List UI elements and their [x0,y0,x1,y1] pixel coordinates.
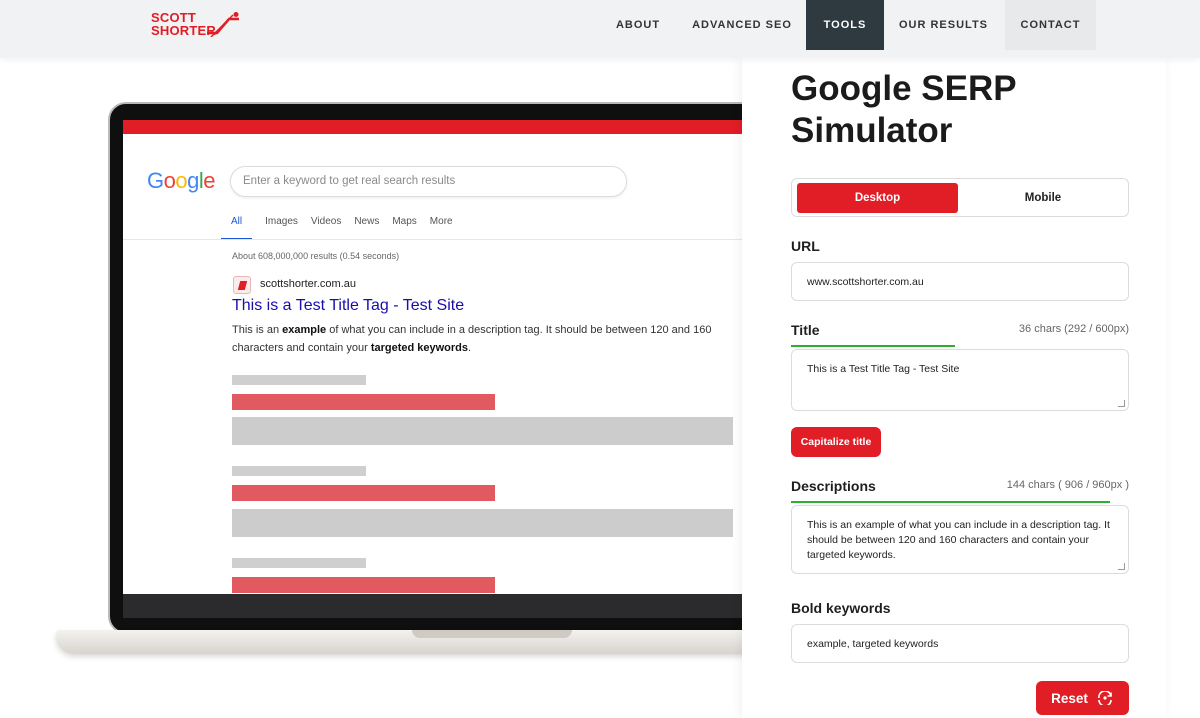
url-input[interactable]: www.scottshorter.com.au [791,262,1129,301]
result-description: This is an example of what you can inclu… [232,324,712,354]
descriptions-label: Descriptions [791,478,876,494]
result-title-link[interactable]: This is a Test Title Tag - Test Site [232,297,464,315]
placeholder-title [232,577,495,593]
preview-tab-more[interactable]: More [430,216,453,240]
google-logo: Google [147,168,216,193]
nav-our-results[interactable]: OUR RESULTS [896,0,991,50]
placeholder-line [232,558,366,568]
placeholder-desc [232,417,733,445]
preview-tab-images[interactable]: Images [265,216,298,240]
title-length-bar [791,345,955,347]
bold-keywords-label: Bold keywords [791,600,891,616]
result-site: scottshorter.com.au [260,278,356,290]
desktop-toggle-button[interactable]: Desktop [797,183,958,213]
url-label: URL [791,238,820,254]
preview-tab-news[interactable]: News [354,216,379,240]
preview-tab-all[interactable]: All [221,216,253,240]
nav-tools[interactable]: TOOLS [806,0,884,50]
placeholder-title [232,394,495,410]
bold-keywords-input[interactable]: example, targeted keywords [791,624,1129,663]
nav-advanced-seo[interactable]: ADVANCED SEO [688,0,796,50]
description-char-count: 144 chars ( 906 / 960px ) [1006,479,1129,491]
reset-icon [1098,691,1112,705]
resize-handle[interactable] [1118,400,1125,407]
placeholder-line [232,375,366,385]
preview-tab-maps[interactable]: Maps [392,216,416,240]
laptop-chin [123,594,742,618]
escalator-logo-icon [207,12,239,37]
description-textarea[interactable]: This is an example of what you can inclu… [791,505,1129,574]
preview-divider [123,239,742,240]
laptop-screen: Google Enter a keyword to get real searc… [123,120,742,594]
placeholder-line [232,466,366,476]
brand-logo[interactable]: SCOTT SHORTER [151,11,247,41]
site-favicon-icon [233,276,251,294]
site-header: SCOTT SHORTER ABOUT ADVANCED SEO TOOLS O… [0,0,1200,58]
title-label: Title [791,322,820,338]
simulator-panel: Google SERP Simulator Desktop Mobile URL… [742,58,1166,718]
reset-button[interactable]: Reset [1036,681,1129,715]
resize-handle[interactable] [1118,563,1125,570]
laptop-base [56,630,742,654]
description-length-bar [791,501,1110,503]
preview-tab-videos[interactable]: Videos [311,216,341,240]
capitalize-title-button[interactable]: Capitalize title [791,427,881,457]
mobile-toggle-button[interactable]: Mobile [962,183,1124,213]
nav-about[interactable]: ABOUT [608,0,668,50]
placeholder-desc [232,509,733,537]
placeholder-title [232,485,495,501]
title-textarea[interactable]: This is a Test Title Tag - Test Site [791,349,1129,411]
serp-preview-laptop: Google Enter a keyword to get real searc… [0,58,742,718]
preview-tabs: All Images Videos News Maps More [221,216,466,240]
title-char-count: 36 chars (292 / 600px) [1018,323,1129,335]
laptop-notch [412,630,572,638]
screen-top-bar [123,120,742,134]
preview-search-input[interactable]: Enter a keyword to get real search resul… [230,166,627,197]
result-stats: About 608,000,000 results (0.54 seconds) [232,251,400,261]
nav-contact[interactable]: CONTACT [1005,0,1096,50]
device-toggle: Desktop Mobile [791,178,1129,217]
page-title: Google SERP Simulator [791,69,1017,150]
